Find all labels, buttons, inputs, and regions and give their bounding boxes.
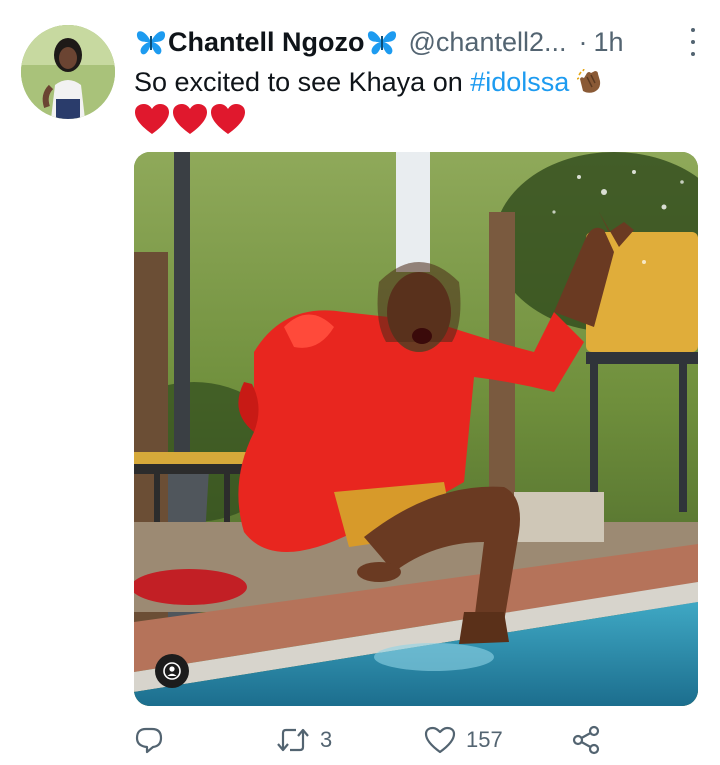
heart-icon [424, 726, 456, 754]
butterfly-icon [365, 28, 399, 56]
display-name-text: Chantell Ngozo [168, 26, 365, 57]
display-name[interactable]: Chantell Ngozo [134, 27, 399, 58]
share-button[interactable] [570, 722, 602, 758]
person-icon[interactable] [155, 654, 189, 688]
reply-button[interactable] [134, 722, 174, 758]
more-vertical-icon[interactable] [688, 28, 698, 56]
tweet-header: Chantell Ngozo @chantell2... · 1h [134, 22, 695, 62]
like-count: 157 [466, 727, 503, 752]
hashtag-link[interactable]: #idolssa [470, 67, 569, 97]
hearts-emoji [134, 104, 246, 140]
share-icon [572, 725, 600, 755]
tweet-media-image[interactable] [134, 152, 698, 706]
reply-icon [135, 727, 163, 754]
red-heart-icon [211, 104, 245, 134]
clap-emoji [576, 68, 603, 104]
retweet-count: 3 [320, 727, 333, 752]
like-button[interactable]: 157 [424, 722, 503, 758]
tweet-actions: 3 157 [134, 722, 604, 758]
red-heart-icon [135, 104, 169, 134]
tweet-text: So excited to see Khaya on #idolssa [134, 64, 694, 104]
separator-dot: · [578, 26, 588, 57]
butterfly-icon [134, 28, 168, 56]
tweet-text-body: So excited to see Khaya on [134, 67, 471, 97]
avatar[interactable] [21, 25, 115, 119]
timestamp[interactable]: 1h [594, 27, 624, 58]
retweet-icon [277, 728, 309, 752]
retweet-button[interactable]: 3 [276, 722, 332, 758]
user-handle[interactable]: @chantell2... [409, 27, 567, 58]
red-heart-icon [173, 104, 207, 134]
